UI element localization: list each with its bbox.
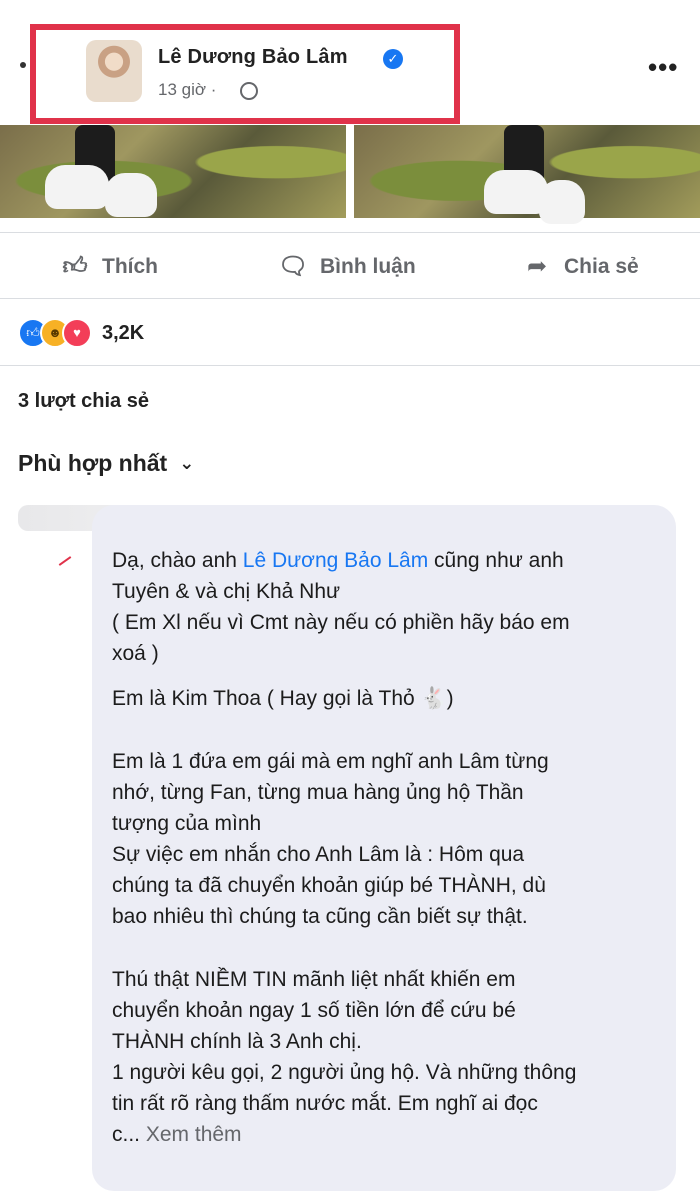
comment-line: Em là 1 đứa em gái mà em nghĩ anh Lâm từ… xyxy=(112,750,549,773)
chevron-down-icon: ⌄ xyxy=(179,453,195,473)
comment-text-segment: Dạ, chào anh xyxy=(112,549,243,572)
reaction-count: 3,2K xyxy=(102,321,145,344)
comment-line: chúng ta đã chuyển khoản giúp bé THÀNH, … xyxy=(112,874,546,897)
comment-line: chuyển khoản ngay 1 số tiền lớn để cứu b… xyxy=(112,999,516,1022)
divider xyxy=(0,298,700,299)
comment-label: Bình luận xyxy=(320,255,416,278)
like-button[interactable]: 👍︎ Thích xyxy=(60,250,158,284)
love-reaction-icon: ♥ xyxy=(62,318,92,348)
comment-line: c... Xem thêm xyxy=(112,1119,672,1150)
sort-label: Phù hợp nhất xyxy=(18,450,168,476)
comment-text-segment: cũng như anh xyxy=(428,549,564,572)
comment-line: Dạ, chào anh Lê Dương Bảo Lâm cũng như a… xyxy=(112,545,672,576)
comment-line: tin rất rõ ràng thấm nước mắt. Em nghĩ a… xyxy=(112,1092,538,1115)
photo-shoe xyxy=(539,180,585,224)
comment-line: THÀNH chính là 3 Anh chị. xyxy=(112,1030,362,1053)
comment-bubble-icon: 🗨︎ xyxy=(278,253,309,280)
comment-line: Thú thật NIỀM TIN mãnh liệt nhất khiến e… xyxy=(112,968,516,991)
see-more-link[interactable]: Xem thêm xyxy=(146,1123,242,1146)
comment-line: nhớ, từng Fan, từng mua hàng ủng hộ Thần xyxy=(112,781,524,804)
more-options-icon[interactable]: ••• xyxy=(648,52,678,83)
share-count[interactable]: 3 lượt chia sẻ xyxy=(18,390,149,413)
share-label: Chia sẻ xyxy=(564,255,639,278)
share-button[interactable]: ➦ Chia sẻ xyxy=(522,250,639,284)
share-arrow-icon: ➦ xyxy=(526,253,548,280)
post-photo-left[interactable] xyxy=(0,125,346,218)
highlight-annotation-box xyxy=(30,24,460,124)
comment-button[interactable]: 🗨︎ Bình luận xyxy=(278,250,416,284)
like-label: Thích xyxy=(102,255,158,278)
back-icon[interactable] xyxy=(20,62,26,68)
post-header: Lê Dương Bảo Lâm ✓ 13 giờ · ••• xyxy=(0,0,700,125)
comment-text-segment: c... xyxy=(112,1123,146,1146)
comment-line: tượng của mình xyxy=(112,812,262,835)
comment-sort-dropdown[interactable]: Phù hợp nhất ⌄ xyxy=(18,450,194,477)
annotation-mark xyxy=(58,556,72,566)
comment-line: xoá ) xyxy=(112,642,159,665)
comment-line: Sự việc em nhắn cho Anh Lâm là : Hôm qua xyxy=(112,843,525,866)
comment-line: 1 người kêu gọi, 2 người ủng hộ. Và nhữn… xyxy=(112,1061,577,1084)
reactions-summary[interactable]: 👍︎ ☻ ♥ 3,2K xyxy=(18,318,144,348)
divider xyxy=(0,365,700,366)
comment-line: bao nhiêu thì chúng ta cũng cần biết sự … xyxy=(112,905,528,928)
divider xyxy=(0,232,700,233)
mention-link[interactable]: Lê Dương Bảo Lâm xyxy=(243,549,428,572)
comment-line: Em là Kim Thoa ( Hay gọi là Thỏ 🐇) xyxy=(112,687,454,710)
thumbs-up-icon: 👍︎ xyxy=(62,253,88,280)
comment-line: ( Em Xl nếu vì Cmt này nếu có phiền hãy … xyxy=(112,611,570,634)
photo-shoe xyxy=(105,173,157,217)
comment-text: Dạ, chào anh Lê Dương Bảo Lâm cũng như a… xyxy=(112,545,672,1150)
photo-shoe xyxy=(45,165,109,209)
post-photo-right[interactable] xyxy=(354,125,700,224)
comment-line: Tuyên & và chị Khả Như xyxy=(112,580,341,603)
